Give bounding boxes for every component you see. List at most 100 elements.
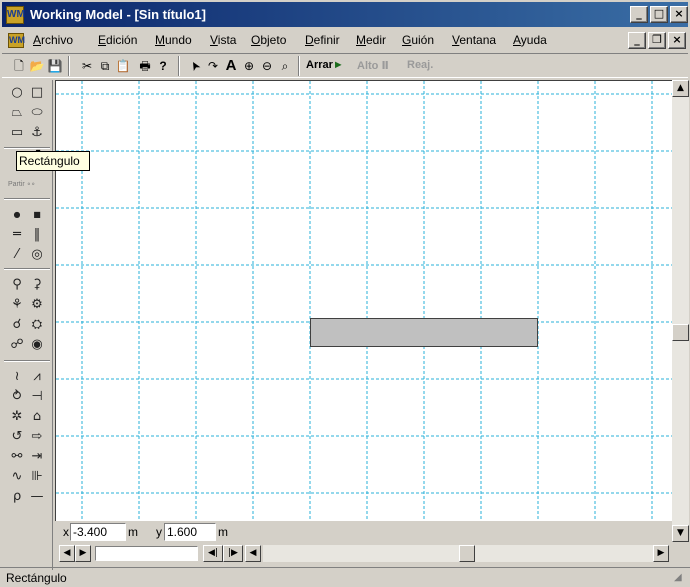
menu-vista[interactable]: Vista: [210, 33, 236, 47]
x-label: x: [63, 525, 69, 539]
new-icon[interactable]: 🗋: [10, 57, 28, 75]
x-coordinate-field[interactable]: -3.400: [70, 523, 126, 541]
scroll-left-icon[interactable]: ◀: [245, 545, 261, 562]
open-icon[interactable]: 📂: [28, 57, 46, 75]
motor-tool-icon[interactable]: ✲: [8, 408, 26, 426]
reset-label: Reaj.: [407, 59, 434, 71]
horizontal-slot-tool-icon[interactable]: ═: [8, 226, 26, 244]
force-tool-icon[interactable]: ⇨: [28, 428, 46, 446]
paste-icon[interactable]: 📋: [114, 57, 132, 75]
horizontal-scrollbar[interactable]: [263, 545, 653, 562]
print-icon[interactable]: 🖶: [136, 57, 154, 75]
square-point-tool-icon[interactable]: ■: [28, 206, 46, 224]
menu-edicion[interactable]: Edición: [98, 33, 137, 47]
workspace-canvas[interactable]: [55, 80, 672, 521]
run-button[interactable]: Arrar►: [306, 59, 344, 71]
rectangle-body[interactable]: [310, 318, 538, 347]
window-title: Working Model - [Sin título1]: [30, 7, 206, 22]
polygon-tool-icon[interactable]: ⏢: [8, 104, 26, 122]
doc-restore-button[interactable]: ❐: [648, 32, 666, 49]
square-tool-icon[interactable]: □: [28, 84, 46, 102]
copy-icon[interactable]: ⧉: [96, 57, 114, 75]
curved-polygon-tool-icon[interactable]: ⬭: [28, 104, 46, 122]
minimize-button[interactable]: _: [630, 6, 648, 23]
reset-button[interactable]: Reaj.: [407, 59, 433, 71]
save-icon[interactable]: 💾: [46, 57, 64, 75]
point-tool-icon[interactable]: ●: [8, 206, 26, 224]
scroll-right-icon[interactable]: ▶: [653, 545, 669, 562]
split-tool-button[interactable]: Partir ∘∘: [8, 180, 35, 188]
menu-mundo[interactable]: Mundo: [155, 33, 192, 47]
stop-button[interactable]: Alto Ⅱ: [357, 59, 389, 72]
split-tool-label: Partir: [8, 181, 25, 188]
curved-joint-tool-icon[interactable]: ☌: [8, 316, 26, 334]
y-unit: m: [218, 525, 228, 539]
y-coordinate-field[interactable]: 1.600: [164, 523, 216, 541]
spring-tool-icon[interactable]: ⩘: [28, 368, 46, 386]
menu-guion[interactable]: Guión: [402, 33, 434, 47]
help-icon[interactable]: ?: [154, 57, 172, 75]
linear-damper-tool-icon[interactable]: ⇥: [28, 448, 46, 466]
document-icon[interactable]: WM: [8, 33, 25, 48]
app-icon: WM: [6, 6, 25, 24]
doc-minimize-button[interactable]: _: [628, 32, 646, 49]
cut-icon[interactable]: ✂: [78, 57, 96, 75]
closed-slot-tool-icon[interactable]: ◎: [28, 246, 46, 264]
separator-tool-icon[interactable]: ⊪: [28, 468, 46, 486]
pointer-tool-icon[interactable]: ⍴: [8, 488, 26, 506]
circle-tool-icon[interactable]: ○: [8, 84, 26, 102]
torque-tool-icon[interactable]: ↺: [8, 428, 26, 446]
menu-definir[interactable]: Definir: [305, 33, 340, 47]
background-grid: [56, 81, 672, 521]
menu-ayuda[interactable]: Ayuda: [513, 33, 547, 47]
keyed-curved-joint-tool-icon[interactable]: ⛭: [28, 316, 46, 334]
curved-slot-joint-tool-icon[interactable]: ☍: [8, 336, 26, 354]
status-bar: Rectángulo ◢: [0, 567, 690, 587]
scroll-up-icon[interactable]: ▲: [672, 80, 689, 97]
rotate-tool-icon[interactable]: ↷: [204, 57, 222, 75]
wave-spring-tool-icon[interactable]: ∿: [8, 468, 26, 486]
doc-close-button[interactable]: ×: [668, 32, 686, 49]
y-label: y: [156, 525, 162, 539]
pin-joint-tool-icon[interactable]: ⚲: [8, 276, 26, 294]
keyed-slot-tool-icon[interactable]: ⚙: [28, 296, 46, 314]
rotational-spring-tool-icon[interactable]: ⥁: [8, 388, 26, 406]
text-tool-icon[interactable]: A: [222, 57, 240, 75]
scroll-down-icon[interactable]: ▼: [672, 525, 689, 542]
vertical-slot-tool-icon[interactable]: ‖: [28, 226, 46, 244]
pulley-tool-icon[interactable]: ⚯: [8, 448, 26, 466]
menu-medir[interactable]: Medir: [356, 33, 386, 47]
curved-slot-tool-icon[interactable]: ⁄: [8, 246, 26, 264]
zoom-fit-icon[interactable]: ⌕: [276, 57, 294, 75]
zoom-out-icon[interactable]: ⊖: [258, 57, 276, 75]
actuator-tool-icon[interactable]: ⌂: [28, 408, 46, 426]
maximize-button[interactable]: □: [650, 6, 668, 23]
rigid-joint-tool-icon[interactable]: ⚳: [28, 276, 46, 294]
step-forward-frame-icon[interactable]: |▶: [223, 545, 243, 562]
menu-objeto[interactable]: Objeto: [251, 33, 286, 47]
step-back-frame-icon[interactable]: ◀|: [203, 545, 223, 562]
gear-joint-tool-icon[interactable]: ◉: [28, 336, 46, 354]
slot-joint-tool-icon[interactable]: ⚘: [8, 296, 26, 314]
toolbar-separator: [178, 56, 180, 76]
rewind-icon[interactable]: ◀: [59, 545, 75, 562]
anchor-tool-icon[interactable]: ⚓: [28, 124, 46, 142]
vertical-scrollbar[interactable]: ▲ ▼: [672, 80, 689, 542]
horizontal-scroll-thumb[interactable]: [459, 545, 475, 562]
menu-archivo[interactable]: Archivo: [33, 33, 73, 47]
step-forward-icon[interactable]: ▶: [75, 545, 91, 562]
damper-tool-icon[interactable]: ⊣: [28, 388, 46, 406]
close-button[interactable]: ×: [670, 6, 688, 23]
resize-grip-icon[interactable]: ◢: [674, 572, 682, 583]
rectangle-tool-icon[interactable]: ▭: [8, 124, 26, 142]
rope-tool-icon[interactable]: ≀: [8, 368, 26, 386]
playback-slider[interactable]: [95, 546, 198, 561]
rod-tool-icon[interactable]: —: [28, 488, 46, 506]
menu-ventana[interactable]: Ventana: [452, 33, 496, 47]
vertical-scroll-thumb[interactable]: [672, 324, 689, 341]
x-unit: m: [128, 525, 138, 539]
zoom-in-icon[interactable]: ⊕: [240, 57, 258, 75]
run-label: Arrar: [306, 59, 333, 71]
title-bar[interactable]: WM Working Model - [Sin título1] _ □ ×: [0, 0, 690, 29]
toolbar-separator: [298, 56, 300, 76]
